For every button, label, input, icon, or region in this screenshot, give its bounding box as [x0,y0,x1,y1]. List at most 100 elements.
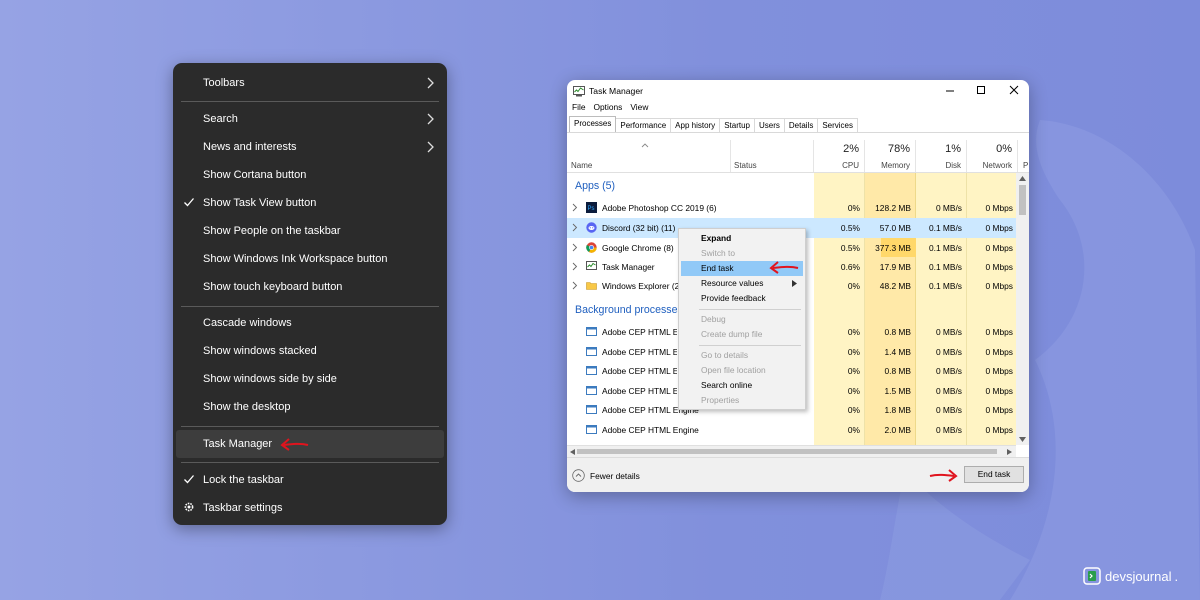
process-name: Adobe CEP HTML Er [602,327,677,337]
scrollbar-thumb[interactable] [577,449,997,454]
minimize-icon [946,90,954,92]
group-header-apps[interactable]: Apps (5) [575,180,615,192]
table-row[interactable]: Ps Adobe Photoshop CC 2019 (6) 0% 128.2 … [567,198,1016,218]
chevron-right-icon [572,281,578,290]
chevron-right-icon [427,141,434,153]
cpu-value: 0% [847,281,860,291]
cpu-value: 0% [847,327,860,337]
menu-item-show-task-view-button[interactable]: Show Task View button [173,190,447,216]
chevron-right-icon [572,203,578,212]
tab-performance[interactable]: Performance [615,118,672,132]
menu-item-show-touch-keyboard[interactable]: Show touch keyboard button [173,274,447,300]
memory-value: 128.2 MB [875,203,911,213]
column-header-status[interactable]: Status [731,140,814,172]
chevron-right-icon [427,77,434,89]
chrome-icon [586,242,597,253]
menu-item-search[interactable]: Search [173,106,447,132]
tab-details[interactable]: Details [783,118,819,132]
tab-startup[interactable]: Startup [719,118,755,132]
menu-item-show-the-desktop[interactable]: Show the desktop [173,394,447,420]
menu-item-label: News and interests [203,141,297,153]
scrollbar-thumb[interactable] [1019,185,1026,215]
menu-item-news-and-interests[interactable]: News and interests [173,134,447,160]
tab-processes[interactable]: Processes [569,116,617,132]
menu-item-create-dump-file[interactable]: Create dump file [681,327,803,342]
menu-file[interactable]: File [572,102,586,112]
memory-value: 0.8 MB [884,366,911,376]
menu-view[interactable]: View [630,102,648,112]
menu-item-search-online[interactable]: Search online [681,378,803,393]
column-header-disk[interactable]: 1% Disk [916,140,967,172]
menu-item-cascade-windows[interactable]: Cascade windows [173,310,447,336]
app-window-icon [586,425,597,434]
menu-item-open-file-location[interactable]: Open file location [681,363,803,378]
menu-item-label: Show windows side by side [203,373,337,385]
column-header-power[interactable]: P [1018,140,1029,172]
brand-name: devsjournal [1105,568,1172,584]
chevron-up-circle-icon [572,469,585,482]
arrow-annotation-icon [280,438,309,451]
network-value: 0 Mbps [985,203,1013,213]
horizontal-scrollbar[interactable] [567,445,1016,457]
app-window-icon [586,386,597,395]
brand-suffix: . [1174,568,1179,584]
process-name: Adobe CEP HTML Er [602,347,677,357]
menu-item-taskbar-settings[interactable]: Taskbar settings [173,495,447,521]
close-button[interactable] [1007,83,1021,97]
menu-item-label: Search [203,113,238,125]
column-header-cpu[interactable]: 2% CPU [814,140,865,172]
column-label: Network [982,161,1012,170]
maximize-button[interactable] [974,83,988,97]
menu-item-go-to-details[interactable]: Go to details [681,348,803,363]
menu-item-expand[interactable]: Expand [681,231,803,246]
disk-value: 0 MB/s [935,405,962,415]
menu-item-label: Show Cortana button [203,169,307,181]
tab-divider [567,132,1029,133]
disk-value: 0 MB/s [935,425,962,435]
table-row[interactable]: Adobe CEP HTML Engine 0% 2.0 MB 0 MB/s 0… [567,420,1016,440]
fewer-details-button[interactable]: Fewer details [572,469,640,482]
tab-app-history[interactable]: App history [670,118,721,132]
menu-item-resource-values[interactable]: Resource values [681,276,803,291]
app-window-icon [586,366,597,375]
disk-value: 0.1 MB/s [928,281,962,291]
vertical-scrollbar[interactable] [1016,173,1029,445]
menu-item-properties[interactable]: Properties [681,393,803,408]
menu-item-show-windows-ink[interactable]: Show Windows Ink Workspace button [173,246,447,272]
menu-item-show-people[interactable]: Show People on the taskbar [173,218,447,244]
menu-item-show-cortana-button[interactable]: Show Cortana button [173,162,447,188]
svg-text:Ps: Ps [588,206,595,212]
memory-value: 1.4 MB [884,347,911,357]
disk-value: 0 MB/s [935,203,962,213]
menu-item-provide-feedback[interactable]: Provide feedback [681,291,803,306]
process-name: Adobe CEP HTML Engine [602,425,699,435]
menu-item-label: Cascade windows [203,317,292,329]
menu-item-show-windows-stacked[interactable]: Show windows stacked [173,338,447,364]
menu-item-toolbars[interactable]: Toolbars [173,70,447,96]
menu-item-label: Taskbar settings [203,502,283,514]
menu-separator [181,426,439,427]
menu-item-show-windows-side-by-side[interactable]: Show windows side by side [173,366,447,392]
menu-separator [181,306,439,307]
minimize-button[interactable] [943,83,957,97]
end-task-button[interactable]: End task [964,466,1024,483]
group-header-background[interactable]: Background processes [575,304,679,316]
brand-logo: devsjournal. [1082,566,1178,586]
column-header-memory[interactable]: 78% Memory [865,140,916,172]
menu-item-lock-the-taskbar[interactable]: Lock the taskbar [173,467,447,493]
menu-item-label: Show windows stacked [203,345,317,357]
tab-services[interactable]: Services [817,118,859,132]
column-header-network[interactable]: 0% Network [967,140,1018,172]
menu-options[interactable]: Options [594,102,623,112]
memory-value: 1.5 MB [884,386,911,396]
title-bar: Task Manager [573,85,643,97]
disk-value: 0.1 MB/s [928,243,962,253]
tab-users[interactable]: Users [753,118,785,132]
menu-separator [699,309,801,310]
column-header-name[interactable]: Name [567,140,731,172]
menu-separator [181,462,439,463]
menu-item-switch-to[interactable]: Switch to [681,246,803,261]
menu-item-debug[interactable]: Debug [681,312,803,327]
disk-value: 0 MB/s [935,327,962,337]
menu-item-task-manager[interactable]: Task Manager [176,430,444,458]
